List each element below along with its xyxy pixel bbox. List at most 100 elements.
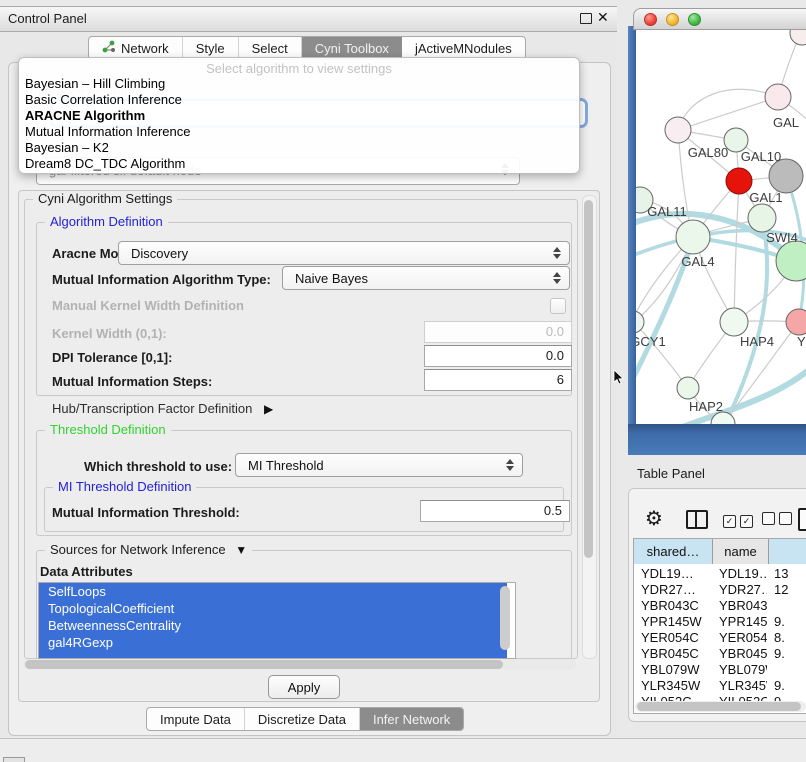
column-header-extra[interactable]	[769, 539, 806, 564]
hub-definition-toggle[interactable]: Hub/Transcription Factor Definition ▶	[52, 401, 273, 416]
node-label: GAL4	[681, 254, 714, 269]
minimize-traffic-light-icon[interactable]	[666, 13, 679, 26]
tab-impute-data[interactable]: Impute Data	[147, 708, 245, 730]
network-canvas[interactable]: GAL GAL80 GAL10 GAL1 GAL11 SWI4 GAL4 GCY…	[636, 30, 806, 424]
deselect-all-columns-button[interactable]	[762, 512, 796, 528]
node-label: GAL80	[688, 145, 728, 160]
document-icon[interactable]	[798, 508, 806, 531]
list-item[interactable]: SelfLoops	[39, 583, 507, 600]
mi-threshold-label: Mutual Information Threshold:	[52, 505, 240, 520]
table-row[interactable]: YLR345W YLR345W 9.	[634, 677, 806, 694]
float-window-icon[interactable]	[580, 13, 592, 24]
network-node[interactable]	[748, 204, 776, 232]
unchecked-checkbox-icon	[762, 512, 775, 525]
table-row[interactable]: YBL079W YBL079W	[634, 661, 806, 678]
popup-hint: Select algorithm to view settings	[19, 61, 579, 76]
algorithm-option-aracne[interactable]: ARACNE Algorithm	[25, 108, 565, 124]
control-panel-titlebar	[0, 6, 617, 32]
table-row[interactable]: YBR045C YBR045C 9.	[634, 645, 806, 662]
tab-infer-network-label: Infer Network	[373, 712, 450, 727]
tab-jactivemnodules[interactable]: jActiveMNodules	[402, 37, 525, 59]
algorithm-option-bayesian-hill[interactable]: Bayesian – Hill Climbing	[25, 76, 565, 92]
mi-threshold-input[interactable]: 0.5	[420, 500, 570, 522]
dpi-tolerance-input[interactable]: 0.0	[424, 345, 572, 367]
cell-name: YBR043C	[719, 597, 767, 614]
mi-steps-input[interactable]: 6	[424, 369, 572, 391]
column-header-shared-name[interactable]: shared…	[634, 539, 713, 564]
algorithm-option-dream8[interactable]: Dream8 DC_TDC Algorithm	[25, 156, 565, 172]
which-threshold-label: Which threshold to use:	[84, 459, 232, 474]
mi-algorithm-type-label: Mutual Information Algorithm Type:	[52, 272, 271, 287]
network-node[interactable]	[676, 220, 710, 254]
cyni-algorithm-settings-title: Cyni Algorithm Settings	[33, 191, 177, 206]
dpi-tolerance-label: DPI Tolerance [0,1]:	[52, 350, 172, 365]
mi-steps-label: Mutual Information Steps:	[52, 374, 212, 389]
cell-name: YBL079W	[719, 661, 767, 678]
tab-infer-network[interactable]: Infer Network	[360, 708, 463, 730]
table-row[interactable]: YDL19… YDL19… 13	[634, 565, 806, 582]
settings-scrollbar-thumb[interactable]	[584, 200, 593, 558]
network-window-titlebar[interactable]	[633, 8, 806, 30]
minimized-panel-icon[interactable]	[3, 757, 25, 762]
mouse-cursor	[613, 370, 624, 388]
algorithm-option-basic-correlation[interactable]: Basic Correlation Inference	[25, 92, 565, 108]
apply-button-label: Apply	[288, 680, 321, 695]
cell-value: 9.	[774, 613, 806, 630]
tab-select[interactable]: Select	[239, 37, 302, 59]
table-row[interactable]: YER054C YER054C 8.	[634, 629, 806, 646]
table-row[interactable]: YBR043C YBR043C	[634, 597, 806, 614]
node-label: GAL	[773, 115, 799, 130]
column-layout-icon[interactable]	[686, 510, 708, 529]
cell-name: YPR145W	[719, 613, 767, 630]
kernel-width-input[interactable]: 0.0	[424, 321, 572, 343]
data-attributes-listbox[interactable]: SelfLoops TopologicalCoefficient Between…	[38, 582, 516, 659]
tab-discretize-data[interactable]: Discretize Data	[245, 708, 360, 730]
network-node[interactable]	[677, 377, 699, 399]
select-all-columns-button[interactable]: ✓✓	[723, 512, 757, 528]
zoom-traffic-light-icon[interactable]	[688, 13, 701, 26]
tab-style[interactable]: Style	[183, 37, 239, 59]
table-row[interactable]: YDR27… YDR27… 12	[634, 581, 806, 598]
list-item[interactable]: TopologicalCoefficient	[39, 600, 507, 617]
aracne-mode-combobox[interactable]: Discovery	[118, 241, 570, 265]
cell-shared-name: YDL19…	[641, 565, 711, 582]
tab-impute-data-label: Impute Data	[160, 712, 231, 727]
sources-group-title[interactable]: Sources for Network Inference ▼	[45, 542, 252, 557]
close-traffic-light-icon[interactable]	[644, 13, 657, 26]
network-node[interactable]	[720, 308, 748, 336]
list-item[interactable]	[39, 651, 507, 659]
node-table[interactable]: shared… name YDL19… YDL19… 13 YDR27… YDR…	[633, 538, 806, 714]
column-header-name[interactable]: name	[713, 539, 769, 564]
list-item[interactable]: gal4RGexp	[39, 634, 507, 651]
network-node[interactable]	[786, 309, 806, 335]
table-settings-button[interactable]: ⚙	[645, 506, 663, 531]
close-icon[interactable]: ✕	[597, 9, 609, 26]
cell-shared-name: YBR045C	[641, 645, 711, 662]
network-node[interactable]	[765, 84, 791, 110]
list-scrollbar-thumb[interactable]	[500, 586, 510, 650]
algorithm-option-mutual-information[interactable]: Mutual Information Inference	[25, 124, 565, 140]
algorithm-option-bayesian-k2[interactable]: Bayesian – K2	[25, 140, 565, 156]
unchecked-checkbox-icon	[779, 512, 792, 525]
cell-value: 9.	[774, 645, 806, 662]
tab-jactivemnodules-label: jActiveMNodules	[415, 41, 512, 56]
tab-cyni-toolbox[interactable]: Cyni Toolbox	[302, 37, 402, 59]
node-label: GAL1	[749, 190, 782, 205]
horizontal-scrollbar-thumb[interactable]	[25, 660, 503, 669]
table-row[interactable]: YPR145W YPR145W 9.	[634, 613, 806, 630]
list-item[interactable]: BetweennessCentrality	[39, 617, 507, 634]
manual-kernel-width-checkbox[interactable]	[550, 298, 566, 314]
table-hscrollbar-thumb[interactable]	[637, 702, 801, 711]
sources-title-label: Sources for Network Inference	[50, 542, 226, 557]
which-threshold-combobox[interactable]: MI Threshold	[235, 453, 523, 477]
network-node[interactable]	[790, 30, 806, 45]
network-node-selected[interactable]	[726, 168, 752, 194]
network-node[interactable]	[769, 159, 803, 193]
tab-select-label: Select	[252, 41, 288, 56]
mi-algorithm-type-combobox[interactable]: Naive Bayes	[282, 266, 570, 290]
apply-button[interactable]: Apply	[268, 675, 340, 699]
network-node[interactable]	[665, 117, 691, 143]
node-label: SWI4	[766, 230, 798, 245]
tab-network[interactable]: Network	[89, 37, 183, 59]
cell-shared-name: YBL079W	[641, 661, 711, 678]
